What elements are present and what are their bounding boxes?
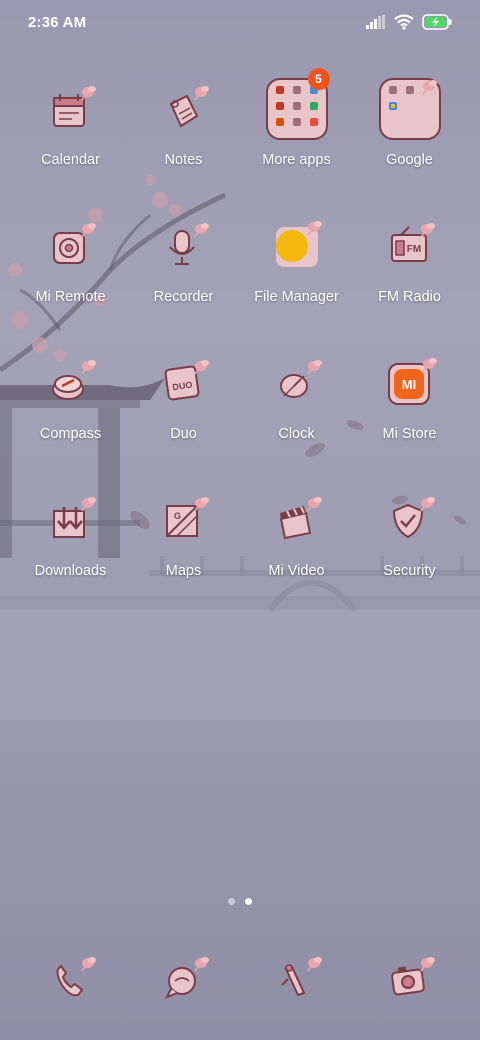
folder-preview [378, 78, 441, 140]
maps-icon: G [157, 493, 211, 547]
folder-icon: 5 [265, 68, 330, 140]
app-compass[interactable]: Compass [14, 356, 127, 493]
dock-messages[interactable] [127, 950, 240, 1010]
app-notes[interactable]: Notes [127, 82, 240, 219]
app-label: Maps [165, 563, 202, 579]
compass-icon [44, 356, 98, 410]
app-row: Calendar Notes 5 More apps Google [14, 68, 466, 219]
app-calendar[interactable]: Calendar [14, 82, 127, 219]
app-duo[interactable]: DUO Duo [127, 356, 240, 493]
status-bar: 2:36 AM [0, 0, 480, 44]
dock-browser[interactable] [240, 950, 353, 1010]
page-dot[interactable] [228, 898, 235, 905]
app-folder-more-apps[interactable]: 5 More apps [240, 68, 353, 219]
app-label: Clock [278, 426, 315, 442]
camera-icon [383, 953, 437, 1007]
messages-icon [157, 953, 211, 1007]
app-mi-store[interactable]: MI Mi Store [353, 356, 466, 493]
app-label: FM Radio [378, 289, 441, 305]
page-indicator [0, 898, 480, 905]
dock [14, 950, 466, 1010]
signal-icon [366, 15, 385, 29]
app-row: Mi Remote Recorder File Manager FM FM Ra… [14, 219, 466, 356]
app-grid: Calendar Notes 5 More apps Google Mi Rem… [14, 68, 466, 630]
app-row: Downloads G Maps Mi Video Security [14, 493, 466, 630]
app-file-manager[interactable]: File Manager [240, 219, 353, 356]
shield-icon [383, 493, 437, 547]
app-fm-radio[interactable]: FM FM Radio [353, 219, 466, 356]
mi-logo: MI [401, 377, 415, 392]
browser-icon [270, 953, 324, 1007]
video-icon [270, 493, 324, 547]
app-label: Notes [164, 152, 203, 168]
app-label: Mi Video [268, 563, 325, 579]
app-label: More apps [262, 152, 331, 168]
app-label: Compass [39, 426, 102, 442]
app-maps[interactable]: G Maps [127, 493, 240, 630]
app-downloads[interactable]: Downloads [14, 493, 127, 630]
microphone-icon [157, 219, 211, 273]
wifi-icon [394, 14, 414, 30]
download-icon [44, 493, 98, 547]
folder-icon [378, 78, 441, 140]
app-label: Mi Remote [35, 289, 106, 305]
app-label: Duo [170, 426, 197, 442]
page-dot-active[interactable] [245, 898, 252, 905]
app-label: Recorder [153, 289, 214, 305]
svg-text:G: G [174, 511, 181, 521]
notes-icon [157, 82, 211, 136]
clock-icon [270, 356, 324, 410]
app-folder-google[interactable]: Google [353, 78, 466, 219]
app-recorder[interactable]: Recorder [127, 219, 240, 356]
status-icons [366, 14, 452, 30]
app-label: Mi Store [382, 426, 437, 442]
remote-icon [44, 219, 98, 273]
status-time: 2:36 AM [28, 13, 87, 31]
app-mi-video[interactable]: Mi Video [240, 493, 353, 630]
app-label: Calendar [41, 152, 100, 168]
duo-icon: DUO [157, 356, 211, 410]
app-security[interactable]: Security [353, 493, 466, 630]
app-mi-remote[interactable]: Mi Remote [14, 219, 127, 356]
app-label: Google [386, 152, 433, 168]
battery-charging-icon [422, 14, 452, 30]
dock-camera[interactable] [353, 950, 466, 1010]
phone-icon [44, 953, 98, 1007]
fm-label: FM [406, 244, 420, 255]
folder-yellow-icon [270, 219, 324, 273]
dock-phone[interactable] [14, 950, 127, 1010]
mi-store-icon: MI [383, 356, 437, 410]
radio-icon: FM [383, 219, 437, 273]
app-label: Downloads [34, 563, 107, 579]
app-label: File Manager [254, 289, 339, 305]
app-clock[interactable]: Clock [240, 356, 353, 493]
app-row: Compass DUO Duo Clock MI Mi Store [14, 356, 466, 493]
app-label: Security [383, 563, 436, 579]
notification-badge: 5 [307, 68, 330, 90]
calendar-icon [44, 82, 98, 136]
